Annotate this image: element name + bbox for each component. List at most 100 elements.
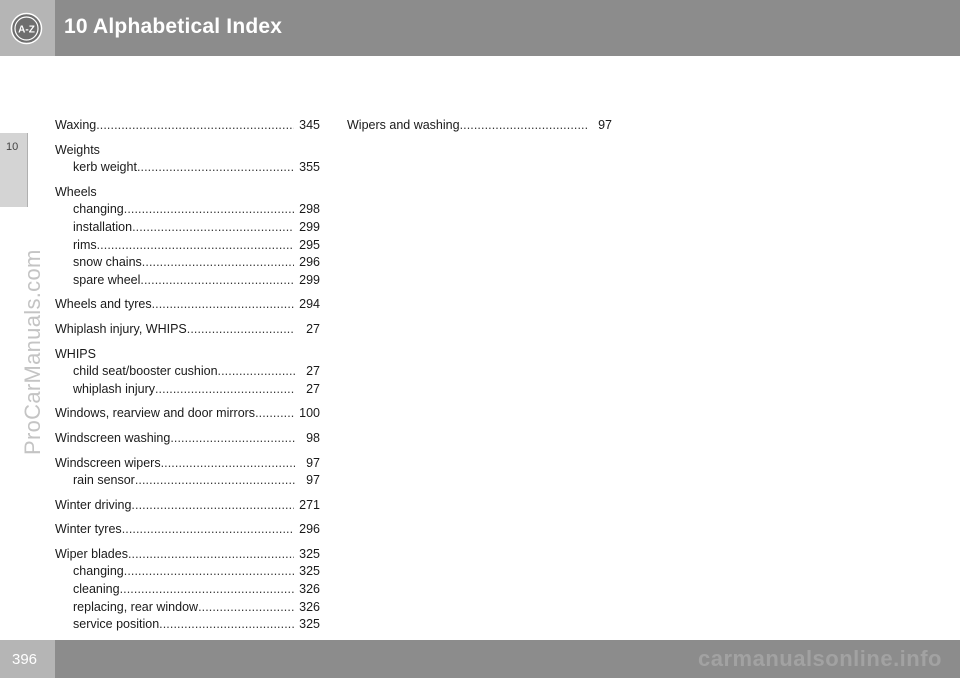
index-subentry: service position 325	[55, 616, 320, 634]
footer-page-tab: 396	[0, 640, 55, 678]
leader-dots	[460, 117, 587, 135]
index-group: Windscreen washing 98	[55, 430, 320, 448]
index-column-left: Waxing 345 Weights kerb weight 355 Wheels chan…	[55, 117, 320, 641]
a-z-icon: A-Z	[10, 12, 43, 45]
index-entry: Windscreen wipers 97	[55, 455, 320, 473]
index-group: Waxing 345	[55, 117, 320, 135]
chapter-header: A-Z 10 Alphabetical Index	[0, 0, 960, 56]
index-page-number: 98	[306, 430, 320, 445]
index-entry: Winter tyres 296	[55, 521, 320, 539]
index-group: Wiper blades325changing325cleaning326rep…	[55, 546, 320, 634]
index-page-number: 325	[299, 546, 320, 561]
page-title: 10 Alphabetical Index	[64, 15, 283, 38]
index-term: snow chains	[73, 255, 142, 270]
page-number: 396	[12, 651, 38, 668]
index-page-number: 27	[306, 364, 320, 379]
index-term: service position	[73, 617, 160, 632]
leader-dots	[124, 563, 294, 581]
index-group: Winter tyres 296	[55, 521, 320, 539]
index-term: Windscreen washing	[55, 430, 171, 445]
index-term: changing	[73, 202, 124, 217]
leader-dots	[124, 201, 294, 219]
index-subentry: rain sensor 97	[55, 472, 320, 490]
index-page-number: 345	[299, 118, 320, 132]
leader-dots	[198, 599, 294, 617]
index-term: Waxing	[55, 118, 97, 132]
index-page-number: 296	[299, 522, 320, 537]
leader-dots	[142, 254, 294, 272]
index-subentry: replacing, rear window 326	[55, 599, 320, 617]
index-term: rain sensor	[73, 473, 135, 488]
index-term: Windows, rearview and door mirrors	[55, 406, 256, 421]
index-column-right: Wipers and washing 97	[347, 117, 612, 142]
side-watermark: ProCarManuals.com	[20, 249, 45, 455]
leader-dots	[187, 321, 295, 339]
index-entry: Wheels and tyres 294	[55, 296, 320, 314]
index-page-number: 97	[306, 473, 320, 488]
leader-dots	[128, 546, 294, 564]
index-subentry: snow chains 296	[55, 254, 320, 272]
index-term: cleaning	[73, 582, 120, 597]
index-page-number: 97	[306, 455, 320, 470]
index-entry: Waxing 345	[55, 117, 320, 135]
index-subentry: kerb weight 355	[55, 159, 320, 177]
index-group: WHIPSchild seat/booster cushion27whiplas…	[55, 346, 320, 399]
index-term: rims	[73, 237, 97, 252]
leader-dots	[218, 363, 295, 381]
leader-dots	[140, 272, 294, 290]
leader-dots	[96, 117, 294, 135]
leader-dots	[137, 159, 294, 177]
index-group: Winter driving 271	[55, 497, 320, 515]
index-page-number: 355	[299, 160, 320, 175]
index-entry: Wiper blades 325	[55, 546, 320, 564]
index-subentry: child seat/booster cushion 27	[55, 363, 320, 381]
index-page-number: 27	[306, 381, 320, 396]
index-entry: Windscreen washing 98	[55, 430, 320, 448]
index-page-number: 299	[299, 219, 320, 234]
index-entry: Whiplash injury, WHIPS 27	[55, 321, 320, 339]
index-page-number: 325	[299, 617, 320, 632]
index-page-number: 299	[299, 272, 320, 287]
index-entry: Wipers and washing 97	[347, 117, 612, 135]
index-subentry: changing 325	[55, 563, 320, 581]
index-term: Winter tyres	[55, 522, 122, 537]
index-term: Winter driving	[55, 497, 132, 512]
page-footer: 396 carmanualsonline.info	[0, 640, 960, 678]
index-subentry: cleaning 326	[55, 581, 320, 599]
leader-dots	[159, 616, 294, 634]
leader-dots	[255, 405, 294, 423]
index-subentry: whiplash injury 27	[55, 381, 320, 399]
chapter-number: 10	[6, 141, 19, 153]
index-entry: Wheels	[55, 184, 320, 202]
header-icon-tab: A-Z	[0, 0, 55, 56]
index-group: Wheels and tyres 294	[55, 296, 320, 314]
index-subentry: spare wheel 299	[55, 272, 320, 290]
index-page-number: 27	[306, 321, 320, 336]
index-subentry: changing 298	[55, 201, 320, 219]
index-group: Wheels changing 298 installation 299 rims 295 s…	[55, 184, 320, 290]
leader-dots	[131, 497, 294, 515]
leader-dots	[97, 237, 295, 255]
leader-dots	[161, 455, 295, 473]
leader-dots	[132, 219, 294, 237]
leader-dots	[152, 296, 295, 314]
leader-dots	[122, 521, 294, 539]
index-group: Wipers and washing 97	[347, 117, 612, 135]
index-term: replacing, rear window	[73, 599, 199, 614]
index-page-number: 296	[299, 255, 320, 270]
index-term: Wheels and tyres	[55, 297, 152, 312]
index-page-number: 326	[299, 599, 320, 614]
index-term: Wiper blades	[55, 546, 128, 561]
index-term: Wheels	[55, 184, 97, 199]
leader-dots	[120, 581, 295, 599]
leader-dots	[135, 472, 295, 490]
leader-dots	[155, 381, 295, 399]
index-page-number: 298	[299, 202, 320, 217]
index-term: child seat/booster cushion	[73, 364, 218, 379]
index-group: Windscreen wipers 97 rain sensor 97	[55, 455, 320, 490]
index-subentry: rims 295	[55, 237, 320, 255]
index-subentry: installation 299	[55, 219, 320, 237]
index-term: kerb weight	[73, 160, 137, 175]
index-term: whiplash injury	[73, 381, 155, 396]
index-term: Whiplash injury, WHIPS	[55, 321, 187, 336]
